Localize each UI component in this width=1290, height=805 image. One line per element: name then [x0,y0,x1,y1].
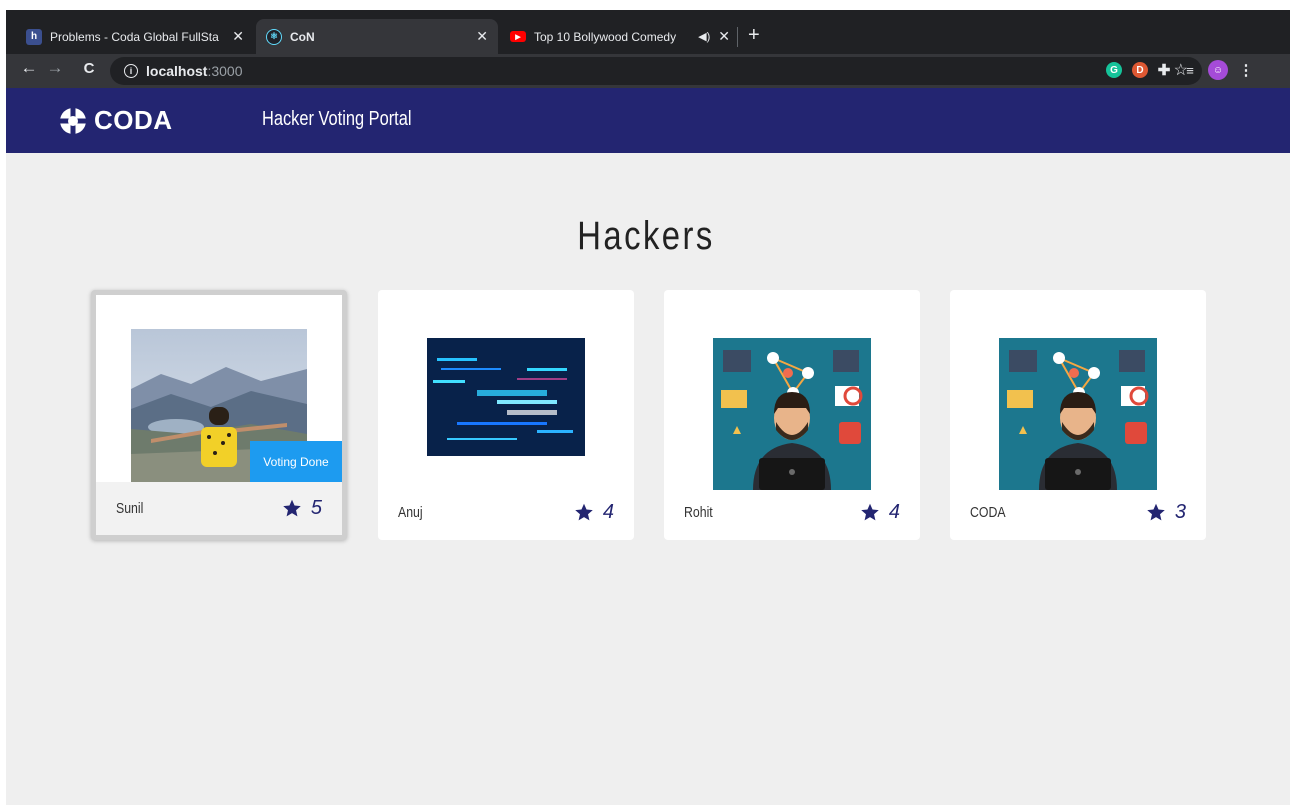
speaker-icon[interactable]: ◀) [698,30,710,43]
hacker-name: Sunil [116,500,144,517]
card-footer: Rohit 4 [664,485,920,540]
react-icon: ⚛ [266,28,282,45]
tab-con[interactable]: ⚛ CoN ✕ [256,19,498,54]
coda-logo[interactable]: CODA [58,105,173,136]
star-icon [861,503,879,521]
hacker-card-sunil[interactable]: Voting Done Sunil 5 [91,290,347,540]
youtube-icon: ▶ [510,31,526,42]
extensions-puzzle-icon[interactable]: ✚ [1156,62,1172,79]
hacker-card-coda[interactable]: CODA 3 [950,290,1206,540]
hacker-card-rohit[interactable]: Rohit 4 [664,290,920,540]
vote-number: 4 [888,501,900,523]
new-tab-icon[interactable]: + [748,24,760,47]
close-icon[interactable]: ✕ [718,28,730,45]
media-queue-icon[interactable]: ≡ [1182,62,1198,78]
browser-window: h Problems - Coda Global FullSta ✕ ⚛ CoN… [6,10,1290,805]
tab-separator [737,27,738,47]
coda-logo-icon [60,107,86,134]
voting-done-badge: Voting Done [250,441,342,482]
url-host: localhost [146,63,208,79]
close-icon[interactable]: ✕ [476,28,488,45]
tab-title: CoN [290,29,315,44]
back-arrow-icon[interactable]: ← [18,58,40,78]
card-footer: Anuj 4 [378,485,634,540]
hacker-card-anuj[interactable]: Anuj 4 [378,290,634,540]
vote-count: 5 [281,497,322,520]
browser-toolbar: ← → C i localhost:3000 ☆ G D ✚ ≡ ☺ ⋮ [6,54,1290,88]
menu-kebab-icon[interactable]: ⋮ [1238,62,1254,79]
hacker-illustration [999,338,1157,490]
tab-title: Top 10 Bollywood Comedy [534,29,677,44]
tab-strip: h Problems - Coda Global FullSta ✕ ⚛ CoN… [6,10,1290,54]
vote-count: 4 [573,501,614,524]
duckduckgo-icon[interactable]: D [1132,62,1148,78]
vote-count: 3 [1145,501,1186,524]
vote-number: 5 [310,497,322,519]
card-footer: CODA 3 [950,485,1206,540]
star-icon [575,503,593,521]
info-icon[interactable]: i [124,64,138,78]
brand-name: CODA [94,105,173,135]
hacker-photo-code [427,338,585,456]
address-bar[interactable]: i localhost:3000 ☆ [110,57,1202,85]
hacker-name: Rohit [684,504,713,521]
vote-count: 4 [859,501,900,524]
tab-youtube[interactable]: ▶ Top 10 Bollywood Comedy ◀) ✕ [500,19,740,54]
app-header: CODA Hacker Voting Portal [6,88,1290,153]
vote-number: 4 [602,501,614,523]
star-icon [283,499,301,517]
tab-title: Problems - Coda Global FullSta [50,29,219,44]
card-footer: Sunil 5 [96,482,342,535]
profile-avatar[interactable]: ☺ [1208,60,1228,80]
forward-arrow-icon[interactable]: → [44,58,66,78]
star-icon [1147,503,1165,521]
tab-problems[interactable]: h Problems - Coda Global FullSta ✕ [16,19,254,54]
page-title: Hackers [577,214,715,258]
reload-icon[interactable]: C [78,60,100,77]
vote-number: 3 [1174,501,1186,523]
hacker-name: CODA [970,504,1006,521]
hacker-name: Anuj [398,504,423,521]
portal-title: Hacker Voting Portal [262,108,412,130]
close-icon[interactable]: ✕ [232,28,244,45]
url-port: :3000 [207,63,243,79]
hackerearth-icon: h [26,28,42,45]
grammarly-icon[interactable]: G [1106,62,1122,78]
hacker-illustration [713,338,871,490]
